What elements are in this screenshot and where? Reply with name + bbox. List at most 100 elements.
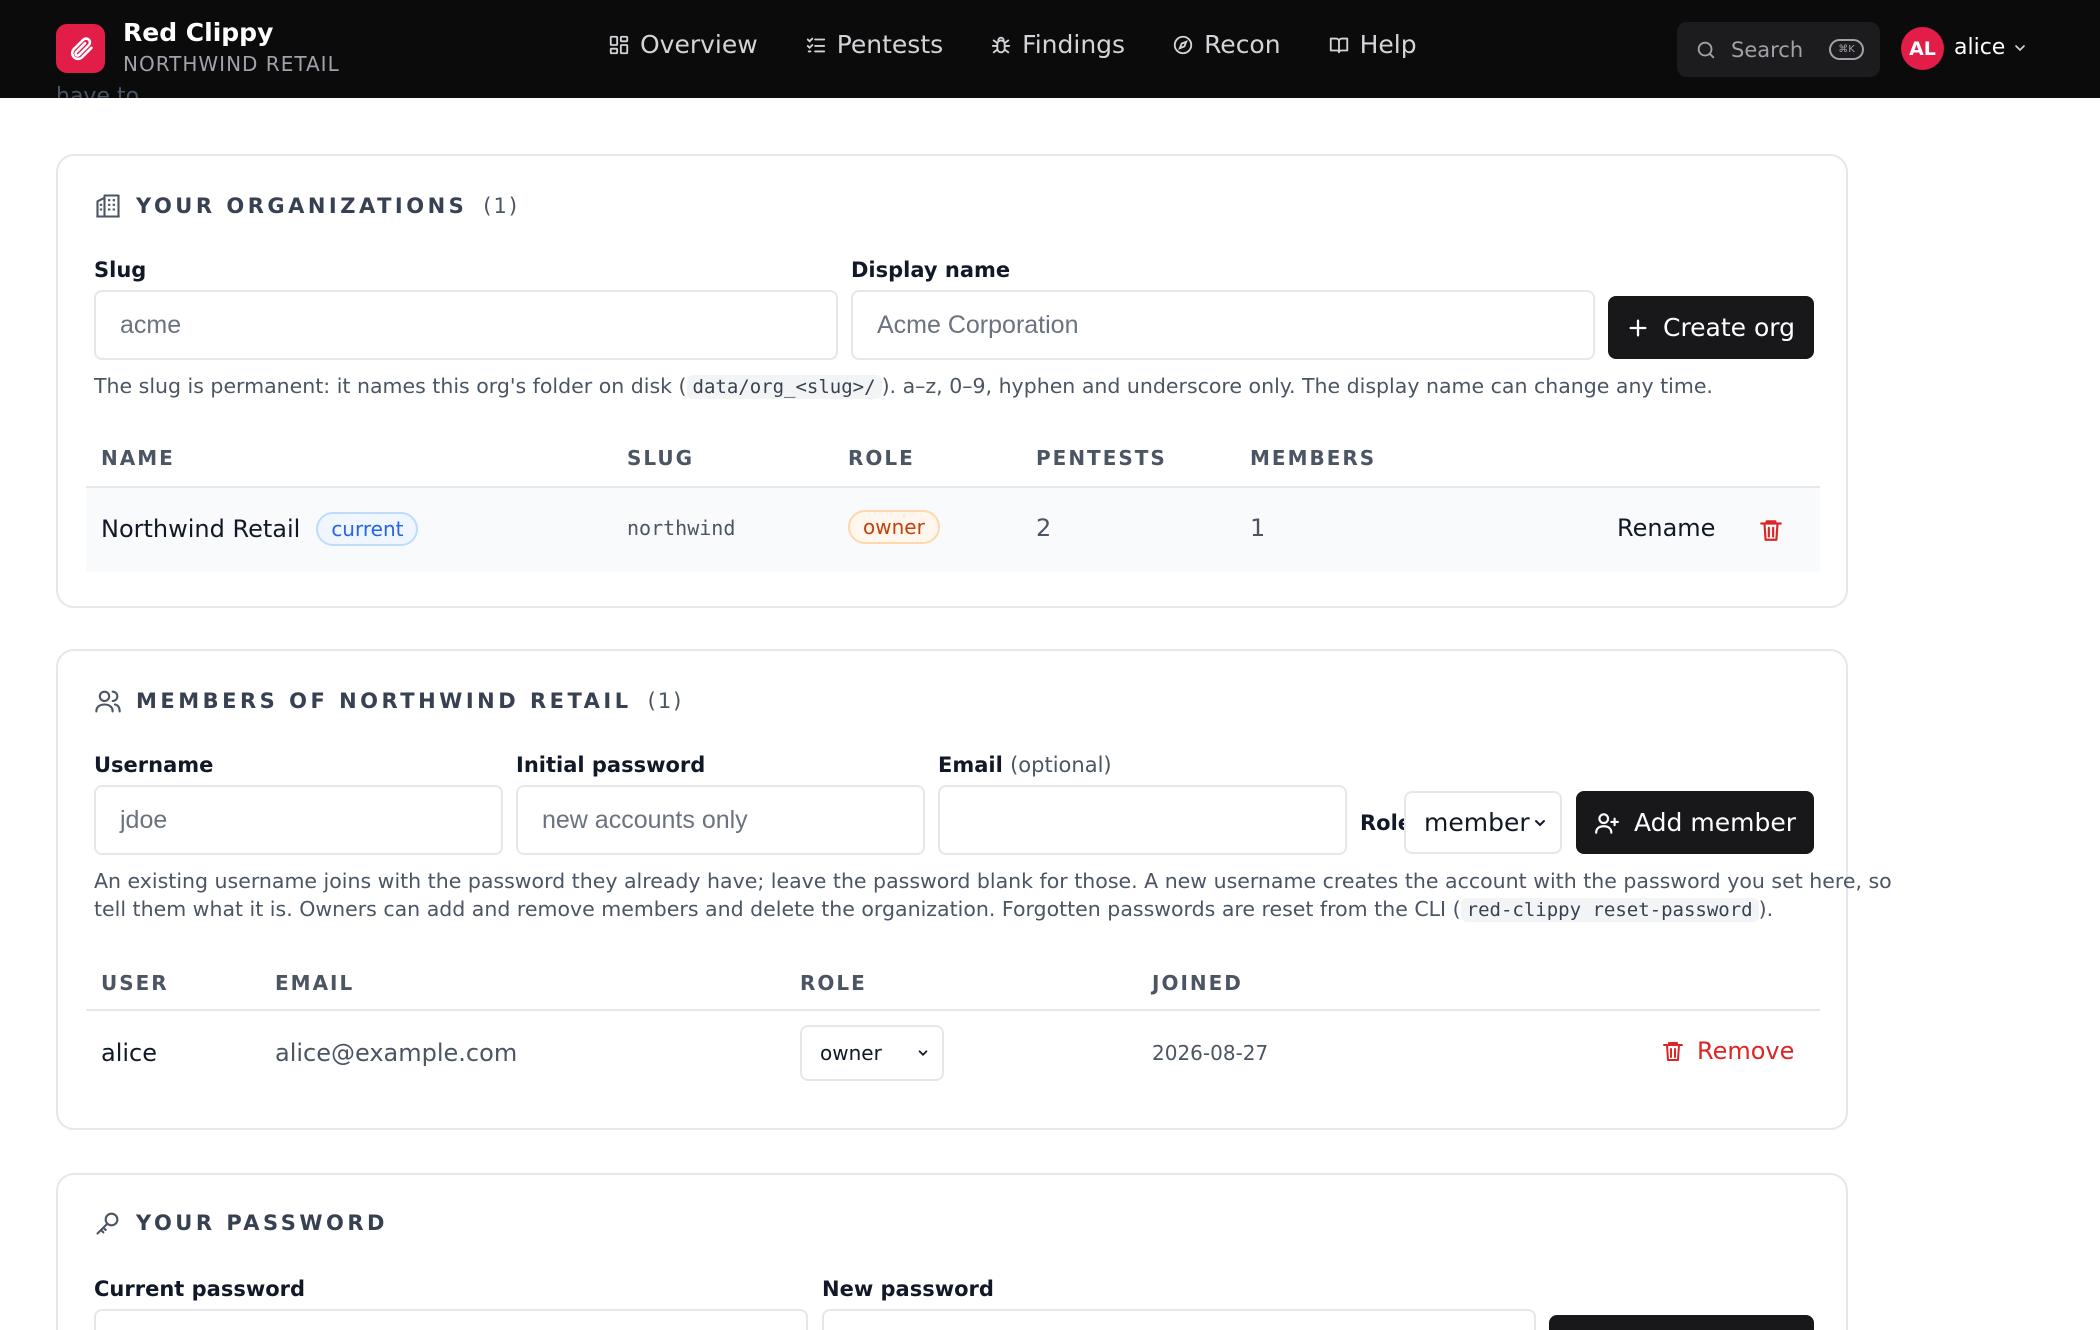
nav-label: Help bbox=[1359, 30, 1417, 59]
member-email: alice@example.com bbox=[275, 1039, 518, 1067]
nav-label: Findings bbox=[1022, 30, 1126, 59]
organizations-count: (1) bbox=[483, 194, 520, 218]
app-name[interactable]: Red Clippy bbox=[123, 18, 273, 47]
column-header: USER bbox=[101, 971, 169, 995]
create-org-button[interactable]: Create org bbox=[1608, 296, 1814, 359]
book-icon bbox=[1329, 37, 1348, 53]
nav-label: Recon bbox=[1204, 30, 1281, 59]
help-text-part: tell them what it is. Owners can add and… bbox=[94, 897, 1461, 921]
column-header: NAME bbox=[101, 446, 175, 470]
create-org-label: Create org bbox=[1662, 313, 1796, 342]
role-select[interactable]: member bbox=[1404, 791, 1562, 854]
rename-button[interactable]: Rename bbox=[1617, 514, 1715, 542]
trash-icon[interactable] bbox=[1758, 516, 1784, 544]
top-navbar: Red Clippy NORTHWIND RETAIL Overview Pen… bbox=[0, 0, 2100, 98]
help-text-line: tell them what it is. Owners can add and… bbox=[94, 895, 1834, 924]
member-role-value: owner bbox=[820, 1041, 882, 1065]
username-input[interactable]: jdoe bbox=[94, 785, 503, 855]
help-text-part: The slug is permanent: it names this org… bbox=[94, 374, 687, 398]
search-icon bbox=[1697, 41, 1715, 58]
chevron-down-icon bbox=[1535, 819, 1545, 826]
org-slug: northwind bbox=[627, 516, 736, 540]
remove-member-button[interactable]: Remove bbox=[1661, 1037, 1794, 1065]
key-icon bbox=[96, 1212, 119, 1235]
current-password-input[interactable] bbox=[94, 1309, 808, 1330]
slug-help-text: The slug is permanent: it names this org… bbox=[94, 372, 1713, 401]
nav-label: Overview bbox=[640, 30, 758, 59]
paperclip-logo-icon[interactable] bbox=[56, 24, 105, 73]
email-label: Email (optional) bbox=[938, 753, 1112, 777]
add-member-button[interactable]: Add member bbox=[1576, 791, 1814, 854]
nav-findings[interactable]: Findings bbox=[990, 30, 1125, 59]
display-name-input[interactable]: Acme Corporation bbox=[851, 290, 1595, 360]
avatar[interactable]: AL bbox=[1901, 27, 1944, 70]
current-password-label: Current password bbox=[94, 1277, 306, 1301]
members-card: MEMBERS OF NORTHWIND RETAIL (1) Username… bbox=[56, 649, 1892, 1130]
table-row: Northwind Retail current northwind owner… bbox=[86, 488, 1820, 572]
new-password-label: New password bbox=[822, 1277, 994, 1301]
chevron-down-icon[interactable] bbox=[2012, 40, 2028, 56]
member-joined-date: 2026-08-27 bbox=[1152, 1041, 1269, 1065]
intro-text-fragment: have to. bbox=[56, 84, 146, 98]
plus-icon bbox=[1629, 319, 1647, 336]
help-text-part: ). a–z, 0–9, hyphen and underscore only.… bbox=[881, 374, 1713, 398]
change-password-button[interactable] bbox=[1549, 1315, 1814, 1330]
building-icon bbox=[96, 194, 120, 218]
column-header: EMAIL bbox=[275, 971, 355, 995]
chevron-down-icon bbox=[918, 1050, 928, 1056]
slug-label: Slug bbox=[94, 258, 147, 282]
card-title: YOUR ORGANIZATIONS (1) bbox=[94, 192, 519, 220]
display-name-label: Display name bbox=[851, 258, 1011, 282]
help-text-part: ). bbox=[1758, 897, 1774, 921]
username-label: Username bbox=[94, 753, 214, 777]
initial-password-label: Initial password bbox=[516, 753, 706, 777]
column-header: ROLE bbox=[848, 446, 915, 470]
search-button[interactable]: Search ⌘K bbox=[1677, 22, 1880, 77]
email-input[interactable] bbox=[938, 785, 1347, 855]
organizations-card: YOUR ORGANIZATIONS (1) Slug acme Display… bbox=[56, 154, 1848, 608]
remove-label: Remove bbox=[1697, 1037, 1795, 1065]
new-password-input[interactable] bbox=[822, 1309, 1536, 1330]
org-members: 1 bbox=[1250, 514, 1266, 542]
organizations-title: YOUR ORGANIZATIONS bbox=[136, 194, 468, 218]
column-header: ROLE bbox=[800, 971, 867, 995]
org-pentests: 2 bbox=[1036, 514, 1052, 542]
users-icon bbox=[95, 690, 121, 713]
search-shortcut: ⌘K bbox=[1829, 39, 1864, 60]
nav-recon[interactable]: Recon bbox=[1172, 30, 1281, 59]
password-title: YOUR PASSWORD bbox=[136, 1211, 388, 1235]
org-name-cell: Northwind Retail current bbox=[101, 512, 419, 546]
column-header: PENTESTS bbox=[1036, 446, 1167, 470]
column-header: MEMBERS bbox=[1250, 446, 1377, 470]
search-label: Search bbox=[1731, 37, 1804, 62]
nav-pentests[interactable]: Pentests bbox=[805, 30, 943, 59]
nav-label: Pentests bbox=[836, 30, 944, 59]
org-role-cell: owner bbox=[848, 510, 940, 544]
help-text-line: An existing username joins with the pass… bbox=[94, 869, 1892, 893]
nav-overview[interactable]: Overview bbox=[608, 30, 758, 59]
user-menu-name[interactable]: alice bbox=[1954, 35, 2005, 60]
checklist-icon bbox=[806, 37, 825, 52]
nav-help[interactable]: Help bbox=[1328, 30, 1417, 59]
bug-icon bbox=[991, 36, 1011, 53]
trash-icon bbox=[1663, 1042, 1683, 1061]
card-title: MEMBERS OF NORTHWIND RETAIL (1) bbox=[94, 687, 683, 715]
email-label-text: Email bbox=[938, 753, 1003, 777]
cli-command-code: red-clippy reset-password bbox=[1460, 898, 1759, 922]
member-role-select[interactable]: owner bbox=[800, 1025, 944, 1081]
role-select-value: member bbox=[1424, 808, 1530, 837]
folder-path-code: data/org_<slug>/ bbox=[686, 375, 882, 399]
user-plus-icon bbox=[1595, 812, 1619, 834]
members-title: MEMBERS OF NORTHWIND RETAIL bbox=[136, 689, 632, 713]
password-card: YOUR PASSWORD Current password New passw… bbox=[56, 1173, 1848, 1330]
slug-input[interactable]: acme bbox=[94, 290, 838, 360]
org-name: Northwind Retail bbox=[101, 515, 301, 543]
role-badge: owner bbox=[848, 510, 940, 544]
compass-icon bbox=[1173, 35, 1193, 54]
column-header: JOINED bbox=[1152, 971, 1243, 995]
column-header: SLUG bbox=[627, 446, 695, 470]
member-username: alice bbox=[101, 1039, 158, 1067]
dashboard-icon bbox=[609, 35, 629, 54]
add-member-label: Add member bbox=[1634, 808, 1796, 837]
initial-password-input[interactable]: new accounts only bbox=[516, 785, 925, 855]
